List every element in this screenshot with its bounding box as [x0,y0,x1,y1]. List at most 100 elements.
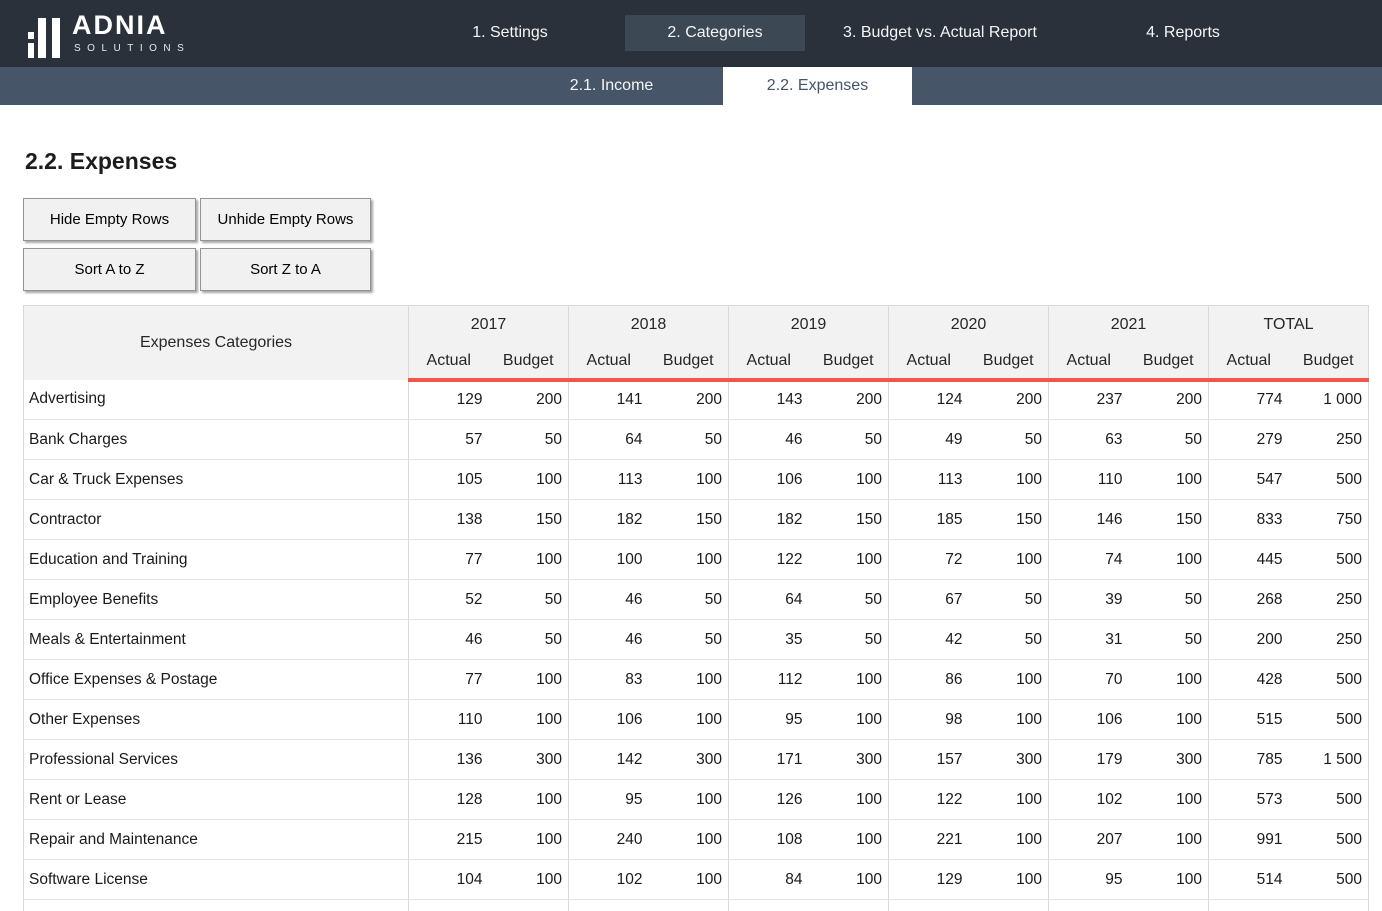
actual-value-cell[interactable]: 785 [1209,740,1289,780]
actual-value-cell[interactable]: 95 [569,780,649,820]
actual-value-cell[interactable] [889,900,969,911]
actual-value-cell[interactable]: 182 [729,500,809,540]
category-cell[interactable] [24,900,409,911]
budget-value-cell[interactable]: 100 [969,660,1049,700]
category-cell[interactable]: Repair and Maintenance [24,820,409,860]
category-cell[interactable]: Professional Services [24,740,409,780]
budget-value-cell[interactable]: 150 [969,500,1049,540]
actual-value-cell[interactable] [1049,900,1129,911]
budget-value-cell[interactable]: 50 [489,580,569,620]
actual-value-cell[interactable]: 108 [729,820,809,860]
actual-value-cell[interactable]: 77 [409,660,489,700]
budget-value-cell[interactable] [969,900,1049,911]
actual-value-cell[interactable]: 240 [569,820,649,860]
budget-value-cell[interactable]: 200 [809,380,889,420]
category-cell[interactable]: Meals & Entertainment [24,620,409,660]
actual-value-cell[interactable]: 112 [729,660,809,700]
budget-value-cell[interactable]: 100 [1129,540,1209,580]
actual-value-cell[interactable]: 113 [569,460,649,500]
actual-value-cell[interactable]: 46 [409,620,489,660]
actual-value-cell[interactable]: 110 [409,700,489,740]
actual-value-cell[interactable]: 547 [1209,460,1289,500]
nav-item-categories[interactable]: 2. Categories [625,15,805,51]
unhide-empty-rows-button[interactable]: Unhide Empty Rows [200,198,371,241]
budget-value-cell[interactable]: 50 [969,580,1049,620]
actual-value-cell[interactable]: 77 [409,540,489,580]
budget-value-cell[interactable]: 100 [649,660,729,700]
actual-value-cell[interactable]: 39 [1049,580,1129,620]
actual-value-cell[interactable]: 129 [889,860,969,900]
budget-value-cell[interactable] [1129,900,1209,911]
budget-value-cell[interactable]: 50 [1129,580,1209,620]
actual-value-cell[interactable]: 74 [1049,540,1129,580]
budget-value-cell[interactable]: 500 [1289,460,1369,500]
budget-value-cell[interactable]: 50 [649,620,729,660]
actual-value-cell[interactable]: 102 [569,860,649,900]
budget-value-cell[interactable]: 100 [1129,460,1209,500]
tab-income[interactable]: 2.1. Income [500,67,723,105]
budget-value-cell[interactable]: 100 [969,700,1049,740]
category-cell[interactable]: Contractor [24,500,409,540]
category-cell[interactable]: Rent or Lease [24,780,409,820]
budget-value-cell[interactable]: 100 [489,660,569,700]
actual-value-cell[interactable]: 428 [1209,660,1289,700]
budget-value-cell[interactable]: 300 [649,740,729,780]
budget-value-cell[interactable]: 250 [1289,580,1369,620]
actual-value-cell[interactable]: 445 [1209,540,1289,580]
budget-value-cell[interactable]: 100 [809,780,889,820]
budget-value-cell[interactable]: 50 [809,580,889,620]
category-cell[interactable]: Office Expenses & Postage [24,660,409,700]
budget-value-cell[interactable]: 100 [489,860,569,900]
budget-value-cell[interactable]: 100 [489,700,569,740]
budget-value-cell[interactable]: 150 [649,500,729,540]
actual-value-cell[interactable]: 102 [1049,780,1129,820]
budget-value-cell[interactable]: 100 [969,860,1049,900]
actual-value-cell[interactable]: 86 [889,660,969,700]
budget-value-cell[interactable]: 50 [1129,620,1209,660]
budget-value-cell[interactable]: 100 [649,700,729,740]
actual-value-cell[interactable]: 31 [1049,620,1129,660]
actual-value-cell[interactable] [729,900,809,911]
actual-value-cell[interactable]: 95 [729,700,809,740]
actual-value-cell[interactable]: 279 [1209,420,1289,460]
tab-expenses[interactable]: 2.2. Expenses [723,67,912,105]
nav-item-budget-vs-actual-report[interactable]: 3. Budget vs. Actual Report [805,15,1075,51]
actual-value-cell[interactable]: 237 [1049,380,1129,420]
category-cell[interactable]: Bank Charges [24,420,409,460]
budget-value-cell[interactable]: 200 [1129,380,1209,420]
budget-value-cell[interactable]: 100 [969,780,1049,820]
budget-value-cell[interactable]: 100 [1129,660,1209,700]
budget-value-cell[interactable]: 100 [1129,820,1209,860]
budget-value-cell[interactable]: 50 [649,420,729,460]
budget-value-cell[interactable]: 100 [969,460,1049,500]
budget-value-cell[interactable]: 50 [489,620,569,660]
budget-value-cell[interactable]: 150 [489,500,569,540]
budget-value-cell[interactable]: 100 [809,860,889,900]
actual-value-cell[interactable]: 46 [569,580,649,620]
budget-value-cell[interactable]: 500 [1289,780,1369,820]
actual-value-cell[interactable]: 142 [569,740,649,780]
actual-value-cell[interactable]: 42 [889,620,969,660]
budget-value-cell[interactable]: 100 [649,460,729,500]
budget-value-cell[interactable]: 100 [1129,780,1209,820]
actual-value-cell[interactable]: 157 [889,740,969,780]
budget-value-cell[interactable]: 100 [1129,860,1209,900]
actual-value-cell[interactable]: 105 [409,460,489,500]
budget-value-cell[interactable]: 50 [969,420,1049,460]
sort-z-to-a-button[interactable]: Sort Z to A [200,248,371,291]
actual-value-cell[interactable]: 200 [1209,620,1289,660]
hide-empty-rows-button[interactable]: Hide Empty Rows [23,198,196,241]
actual-value-cell[interactable]: 514 [1209,860,1289,900]
nav-item-reports[interactable]: 4. Reports [1103,15,1263,51]
actual-value-cell[interactable]: 136 [409,740,489,780]
actual-value-cell[interactable]: 106 [569,700,649,740]
actual-value-cell[interactable]: 146 [1049,500,1129,540]
budget-value-cell[interactable]: 300 [1129,740,1209,780]
budget-value-cell[interactable]: 150 [1129,500,1209,540]
actual-value-cell[interactable]: 128 [409,780,489,820]
budget-value-cell[interactable]: 250 [1289,420,1369,460]
budget-value-cell[interactable]: 500 [1289,660,1369,700]
budget-value-cell[interactable]: 100 [809,540,889,580]
actual-value-cell[interactable] [409,900,489,911]
actual-value-cell[interactable] [1209,900,1289,911]
